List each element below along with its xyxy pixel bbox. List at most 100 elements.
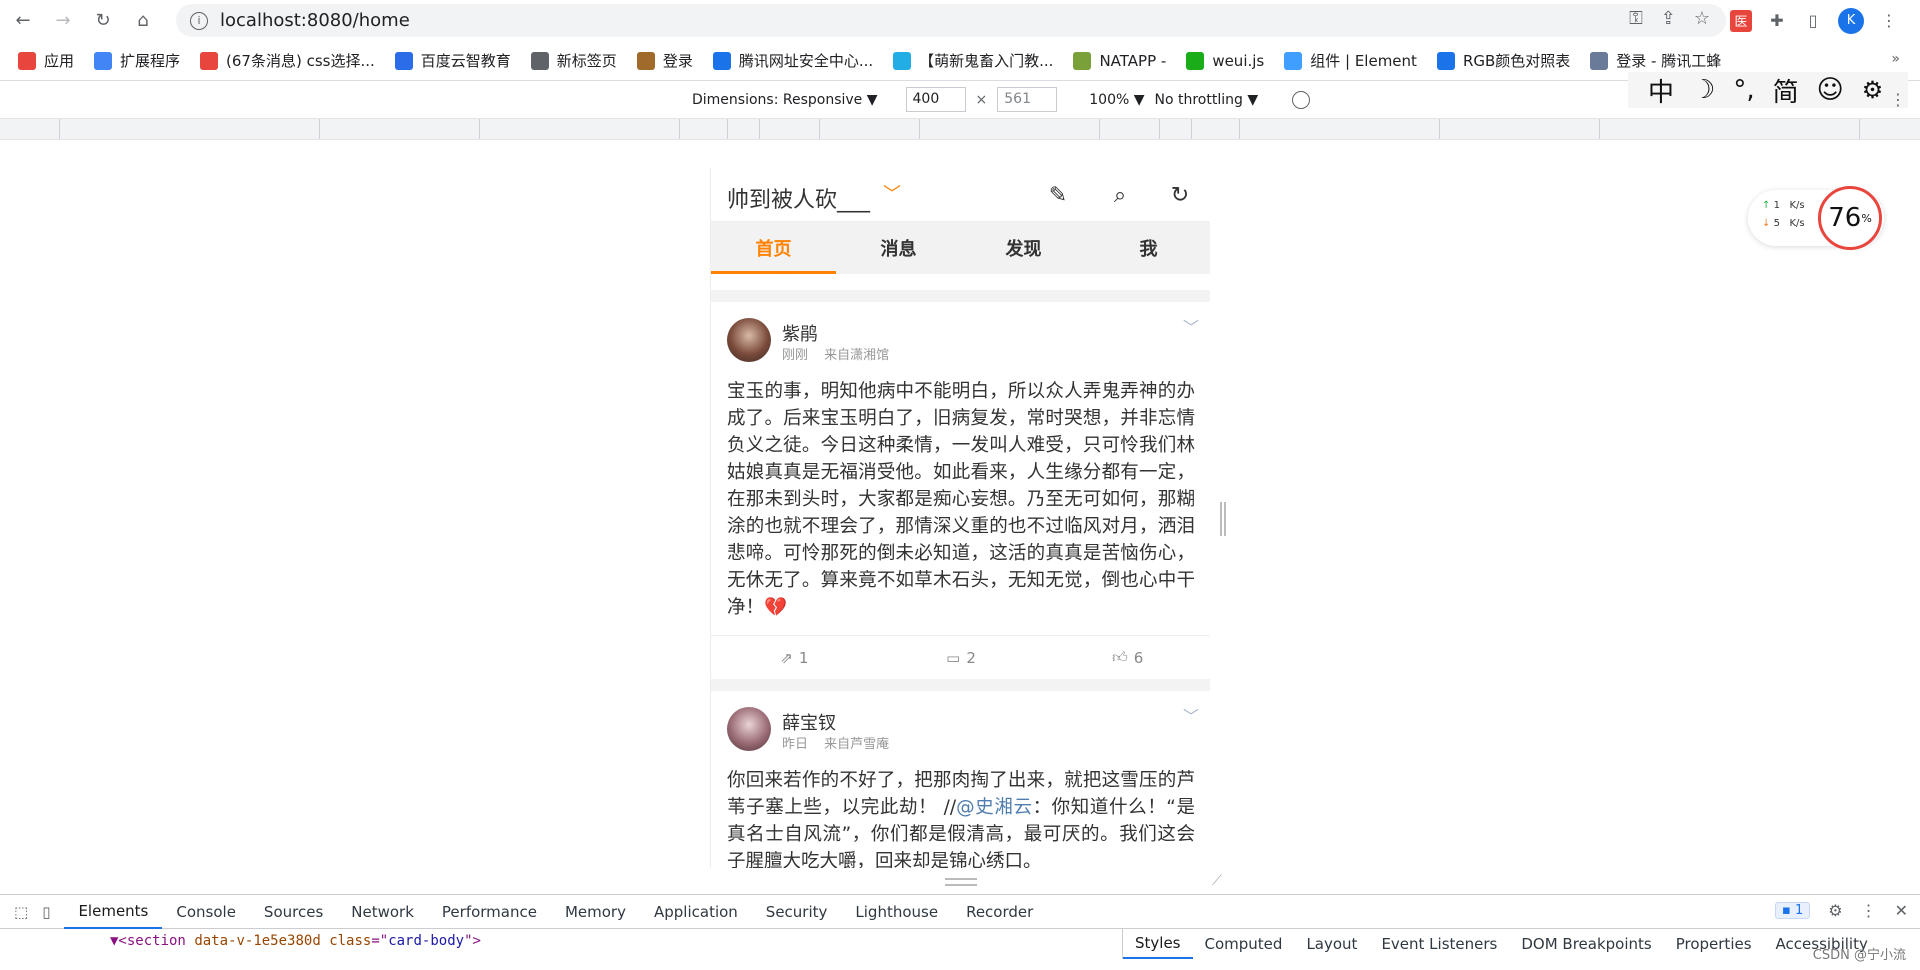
repost-button[interactable]: ⇗ 1: [711, 636, 878, 679]
refresh-icon[interactable]: ↻: [1165, 180, 1195, 210]
inspect-icon[interactable]: ⬚: [14, 903, 28, 921]
compose-icon[interactable]: ✎: [1043, 180, 1073, 210]
chevron-down-icon[interactable]: ﹀: [1183, 314, 1199, 338]
repost-button[interactable]: ⇗0: [711, 274, 878, 290]
device-toggle-icon[interactable]: ▯: [42, 903, 50, 921]
back-button[interactable]: ←: [6, 4, 40, 38]
gear-icon[interactable]: ⚙: [1828, 901, 1842, 920]
styles-pane-tab[interactable]: Styles: [1123, 929, 1193, 959]
devtools-tab[interactable]: Memory: [551, 895, 640, 929]
devtools-tab[interactable]: Lighthouse: [841, 895, 952, 929]
like-button[interactable]: 👍︎ 6: [1044, 636, 1210, 679]
chevron-down-icon[interactable]: ﹀: [1183, 703, 1199, 727]
forward-button[interactable]: →: [46, 4, 80, 38]
devtools-tab[interactable]: Network: [337, 895, 428, 929]
moon-icon[interactable]: ☽: [1692, 75, 1715, 105]
bookmark-item[interactable]: 百度云智教育: [394, 50, 511, 71]
mention-link[interactable]: @史湘云: [956, 797, 1032, 818]
viewport-resize-handle-right[interactable]: [1220, 502, 1226, 536]
bookmark-item[interactable]: RGB颜色对照表: [1436, 50, 1570, 71]
zoom-dropdown[interactable]: 100% ▼: [1089, 92, 1144, 108]
bookmark-item[interactable]: 扩展程序: [94, 50, 180, 71]
emoji-icon[interactable]: ☺: [1817, 75, 1844, 105]
app-tab[interactable]: 消息: [836, 222, 961, 274]
bookmark-item[interactable]: weui.js: [1186, 51, 1264, 70]
throttling-dropdown[interactable]: No throttling ▼: [1155, 92, 1259, 108]
comment-button[interactable]: ▭0: [878, 274, 1045, 290]
gear-icon[interactable]: ⚙: [1862, 76, 1884, 104]
app-tab[interactable]: 发现: [961, 222, 1086, 274]
punctuation-toggle[interactable]: °,: [1733, 75, 1754, 105]
profile-avatar[interactable]: K: [1838, 7, 1864, 34]
reload-button[interactable]: ↻: [86, 4, 120, 38]
star-icon[interactable]: ☆: [1694, 8, 1710, 29]
bookmark-item[interactable]: 登录 - 腾讯工蜂: [1590, 50, 1721, 71]
bookmarks-overflow-icon[interactable]: »: [1891, 51, 1900, 67]
post-author[interactable]: 紫鹃: [782, 320, 818, 346]
bookmark-item[interactable]: 组件 | Element: [1284, 50, 1417, 71]
dimensions-dropdown[interactable]: Dimensions: Responsive ▼: [692, 92, 878, 108]
post-author[interactable]: 薛宝钗: [782, 709, 836, 735]
thumbs-up-icon: 👍︎: [1112, 274, 1128, 278]
close-icon[interactable]: ✕: [1895, 901, 1908, 920]
comment-button[interactable]: ▭ 2: [878, 636, 1045, 679]
ime-chinese-toggle[interactable]: 中: [1648, 72, 1674, 109]
post-card: 薛宝钗 昨日 来自芦雪庵 ﹀ 你回来若作的不好了，把那肉掏了出来，就把这雪压的芦…: [711, 691, 1210, 868]
media-query-ruler[interactable]: [0, 118, 1920, 140]
side-panel-icon[interactable]: ▯: [1802, 10, 1824, 32]
extensions-puzzle-icon[interactable]: ✚: [1766, 10, 1788, 32]
styles-pane-tab[interactable]: Computed: [1193, 929, 1295, 959]
search-icon[interactable]: ⌕: [1105, 180, 1135, 210]
bookmark-item[interactable]: 新标签页: [530, 50, 617, 71]
apps-grid-icon: [18, 51, 36, 70]
app-tab[interactable]: 我: [1086, 222, 1210, 274]
styles-pane-tab[interactable]: Event Listeners: [1369, 929, 1509, 959]
devtools-tab[interactable]: Recorder: [952, 895, 1047, 929]
bookmark-item[interactable]: (67条消息) css选择...: [200, 50, 375, 71]
issues-badge[interactable]: ▪ 1: [1775, 902, 1811, 919]
height-input[interactable]: 561: [997, 87, 1058, 112]
width-input[interactable]: 400: [905, 87, 966, 112]
dom-tree-line[interactable]: ▼<section data-v-1e5e380d class="card-bo…: [110, 933, 481, 949]
extension-red-icon[interactable]: 医: [1730, 9, 1752, 32]
thumbs-up-icon: 👍︎: [1112, 648, 1128, 666]
bookmark-item[interactable]: 应用: [18, 50, 74, 71]
upload-value: 1: [1773, 200, 1780, 211]
kebab-menu-icon[interactable]: ⋮: [1861, 901, 1877, 920]
avatar[interactable]: [727, 707, 771, 751]
styles-pane-tab[interactable]: Properties: [1664, 929, 1764, 959]
key-icon[interactable]: ⚿: [1629, 8, 1643, 29]
broken-heart-icon: 💔: [764, 597, 788, 618]
chevron-down-icon[interactable]: ﹀: [883, 180, 901, 206]
devtools-tab[interactable]: Security: [752, 895, 842, 929]
avatar[interactable]: [727, 318, 771, 362]
bookmark-item[interactable]: NATAPP -: [1073, 51, 1166, 70]
app-tab[interactable]: 首页: [711, 222, 836, 274]
like-button[interactable]: 👍︎ 0: [1044, 274, 1210, 290]
styles-pane-tab[interactable]: DOM Breakpoints: [1509, 929, 1663, 959]
rotate-icon[interactable]: [1292, 90, 1311, 109]
share-icon[interactable]: ⇪: [1661, 8, 1676, 29]
viewport-resize-handle-bottom[interactable]: [945, 878, 977, 886]
site-info-icon[interactable]: i: [190, 11, 208, 30]
device-more-icon[interactable]: ⋮: [1890, 90, 1906, 109]
simplified-toggle[interactable]: 简: [1773, 72, 1799, 109]
address-bar[interactable]: i localhost:8080/home ⚿ ⇪ ☆: [176, 4, 1726, 37]
network-speed-widget[interactable]: ↑ 1 K/s ↓ 5 K/s 76%: [1748, 186, 1884, 250]
home-button[interactable]: ⌂: [126, 4, 160, 38]
devtools-tab[interactable]: Performance: [428, 895, 551, 929]
bookmark-item[interactable]: 登录: [636, 50, 693, 71]
username-title[interactable]: 帅到被人砍___: [727, 182, 870, 214]
natapp-icon: [1073, 51, 1092, 70]
browser-menu-icon[interactable]: ⋮: [1878, 10, 1900, 32]
devtools-tab[interactable]: Elements: [64, 895, 163, 929]
bookmark-item[interactable]: 【萌新鬼畜入门教...: [893, 50, 1053, 71]
comment-icon: ▭: [946, 274, 960, 278]
devtools-tab[interactable]: Sources: [250, 895, 337, 929]
styles-pane-tab[interactable]: Layout: [1294, 929, 1369, 959]
devtools-tab[interactable]: Application: [640, 895, 752, 929]
bookmark-label: 腾讯网址安全中心...: [738, 52, 874, 70]
bookmark-item[interactable]: 腾讯网址安全中心...: [712, 50, 874, 71]
resize-corner-icon[interactable]: ⟋: [1212, 873, 1228, 889]
devtools-tab[interactable]: Console: [162, 895, 250, 929]
